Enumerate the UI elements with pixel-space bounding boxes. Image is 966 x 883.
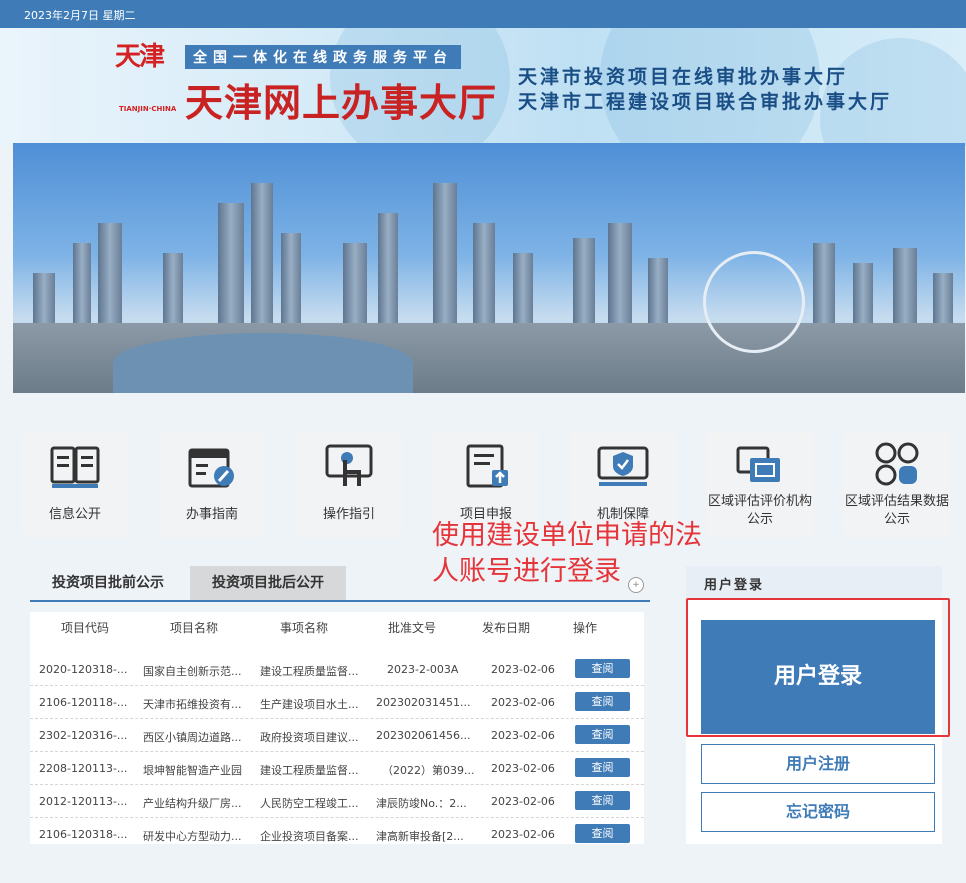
service-guide-label: 办事指南 [185, 507, 238, 522]
cell-approval: 2023-2-003A [387, 663, 459, 676]
project-table: 项目代码 项目名称 事项名称 批准文号 发布日期 操作 2020-120318-… [30, 612, 644, 844]
site-header: 天津 TIANJIN·CHINA 全国一体化在线政务服务平台 天津网上办事大厅 … [0, 28, 966, 146]
cell-name: 产业结构升级厂房... [143, 797, 242, 810]
register-button[interactable]: 用户注册 [701, 744, 935, 784]
cell-date: 2023-02-06 [491, 696, 555, 709]
cell-approval: 津辰防竣No.：2... [376, 797, 467, 810]
regional-eval-agency-label: 区域评估评价机构公示 [707, 494, 812, 527]
subtitle-construction: 天津市工程建设项目联合审批办事大厅 [518, 91, 893, 113]
cell-date: 2023-02-06 [491, 729, 555, 742]
table-header: 项目代码 项目名称 事项名称 批准文号 发布日期 操作 [30, 612, 644, 644]
forgot-password-button[interactable]: 忘记密码 [701, 792, 935, 832]
cell-date: 2023-02-06 [491, 828, 555, 841]
cell-name: 西区小镇周边道路... [143, 731, 242, 744]
cell-date: 2023-02-06 [491, 663, 555, 676]
top-bar: 2023年2月7日 星期二 [0, 0, 966, 28]
regional-eval-agency-card[interactable]: 区域评估评价机构公示 [707, 432, 813, 538]
cell-name: 天津市拓维投资有... [143, 698, 242, 711]
cell-approval: 202302031451... [376, 696, 471, 709]
operation-guide-card[interactable]: 操作指引 [296, 432, 402, 538]
cell-code: 2106-120318-... [39, 828, 128, 841]
cell-name: 研发中心方型动力... [143, 830, 242, 843]
shield-check-icon [597, 446, 649, 486]
cell-matter: 企业投资项目备案... [260, 830, 359, 843]
view-button[interactable]: 查阅 [575, 659, 630, 678]
cell-code: 2012-120113-... [39, 795, 128, 808]
info-disclosure-label: 信息公开 [48, 507, 101, 522]
tab-pre-approval[interactable]: 投资项目批前公示 [40, 566, 176, 600]
cell-matter: 生产建设项目水土... [260, 698, 359, 711]
cell-matter: 建设工程质量监督... [260, 665, 359, 678]
cell-matter: 政府投资项目建议... [260, 731, 359, 744]
view-button[interactable]: 查阅 [575, 791, 630, 810]
login-panel-header: 用户登录 [686, 566, 942, 598]
cell-name: 国家自主创新示范... [143, 665, 242, 678]
login-panel-title: 用户登录 [704, 578, 765, 593]
city-skyline-banner [13, 143, 965, 393]
logo-seal: 天津 [115, 42, 165, 72]
view-button[interactable]: 查阅 [575, 824, 630, 843]
cell-code: 2208-120113-... [39, 762, 128, 775]
ferris-wheel [703, 251, 805, 353]
cell-matter: 人民防空工程竣工... [260, 797, 359, 810]
table-row: 2302-120316-... 西区小镇周边道路... 政府投资项目建议... … [30, 718, 644, 752]
login-button[interactable]: 用户登录 [701, 620, 935, 734]
touch-screen-icon [325, 444, 373, 486]
table-row: 2012-120113-... 产业结构升级厂房... 人民防空工程竣工... … [30, 784, 644, 818]
platform-slogan: 全国一体化在线政务服务平台 [185, 45, 461, 69]
cell-matter: 建设工程质量监督... [260, 764, 359, 777]
cell-date: 2023-02-06 [491, 762, 555, 775]
cell-approval: 202302061456... [376, 729, 471, 742]
logo-subtitle: TIANJIN·CHINA [119, 105, 177, 113]
col-project-name: 项目名称 [170, 621, 219, 635]
windows-icon [736, 446, 780, 482]
info-disclosure-card[interactable]: 信息公开 [22, 432, 128, 538]
col-project-code: 项目代码 [61, 621, 110, 635]
cell-code: 2106-120118-... [39, 696, 128, 709]
current-date: 2023年2月7日 星期二 [24, 9, 136, 22]
cell-name: 垠坤智能智造产业园 [143, 764, 242, 777]
regional-eval-result-label: 区域评估结果数据公示 [844, 494, 949, 527]
regional-eval-result-card[interactable]: 区域评估结果数据公示 [844, 432, 950, 538]
service-guide-card[interactable]: 办事指南 [159, 432, 265, 538]
operation-guide-label: 操作指引 [322, 507, 375, 522]
cell-code: 2302-120316-... [39, 729, 128, 742]
calendar-edit-icon [188, 448, 234, 488]
site-title: 天津网上办事大厅 [185, 81, 498, 125]
table-row: 2106-120118-... 天津市拓维投资有... 生产建设项目水土... … [30, 685, 644, 719]
book-icon [50, 446, 100, 488]
grid-icon [875, 442, 919, 486]
view-button[interactable]: 查阅 [575, 758, 630, 777]
announcement-tabs: 投资项目批前公示 投资项目批后公开 [30, 566, 650, 602]
tab-post-approval[interactable]: 投资项目批后公开 [190, 566, 346, 600]
view-button[interactable]: 查阅 [575, 725, 630, 744]
col-matter-name: 事项名称 [280, 621, 329, 635]
col-approval-no: 批准文号 [388, 621, 437, 635]
cell-date: 2023-02-06 [491, 795, 555, 808]
subtitle-investment: 天津市投资项目在线审批办事大厅 [518, 66, 849, 88]
cell-approval: 津高新审投备[2... [376, 830, 464, 843]
more-icon[interactable]: + [628, 577, 644, 593]
view-button[interactable]: 查阅 [575, 692, 630, 711]
col-operation: 操作 [573, 621, 598, 635]
tianjin-logo[interactable]: 天津 TIANJIN·CHINA [115, 43, 181, 115]
document-upload-icon [466, 444, 508, 488]
table-row: 2020-120318-... 国家自主创新示范... 建设工程质量监督... … [30, 652, 644, 686]
table-row: 2106-120318-... 研发中心方型动力... 企业投资项目备案... … [30, 817, 644, 844]
cell-approval: （2022）第039... [382, 764, 475, 777]
col-publish-date: 发布日期 [482, 621, 531, 635]
cell-code: 2020-120318-... [39, 663, 128, 676]
table-row: 2208-120113-... 垠坤智能智造产业园 建设工程质量监督... （2… [30, 751, 644, 785]
